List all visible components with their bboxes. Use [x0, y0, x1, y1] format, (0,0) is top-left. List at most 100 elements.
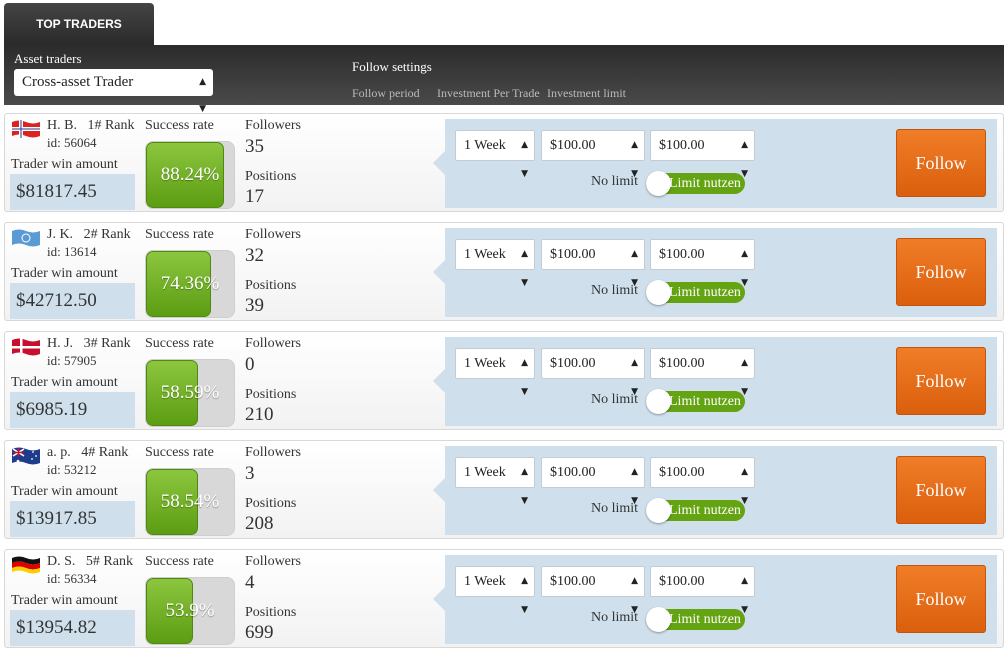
- australia-flag-icon: [11, 446, 41, 466]
- trader-row: a. p. 4# Rank id: 53212 Trader win amoun…: [4, 440, 1004, 539]
- toggle-knob[interactable]: [646, 498, 671, 523]
- trader-rank: 1# Rank: [87, 118, 135, 133]
- success-rate-value: 88.24%: [160, 164, 220, 185]
- positions-label: Positions: [245, 387, 297, 402]
- investment-per-trade-select[interactable]: $100.00 ▲ ▼: [541, 239, 645, 288]
- positions-label: Positions: [245, 605, 297, 620]
- germany-flag-icon: [11, 555, 41, 575]
- followers-count: 4: [245, 572, 255, 593]
- follow-button[interactable]: Follow: [896, 129, 986, 197]
- followers-label: Followers: [245, 118, 301, 133]
- no-limit-label: No limit: [591, 174, 639, 189]
- select-arrows-icon: ▲ ▼: [521, 576, 528, 615]
- success-rate-label: Success rate: [145, 445, 214, 460]
- investment-limit-select[interactable]: $100.00 ▲ ▼: [650, 239, 755, 288]
- limit-toggle[interactable]: Limit nutzen: [646, 389, 745, 414]
- trader-id: id: 56334: [47, 571, 97, 586]
- success-rate-bar: 88.24%: [145, 141, 235, 209]
- no-limit-label: No limit: [591, 501, 639, 516]
- success-rate-label: Success rate: [145, 118, 214, 133]
- positions-label: Positions: [245, 496, 297, 511]
- follow-settings-panel: 1 Week ▲ ▼ $100.00 ▲ ▼ $100.00 ▲ ▼ No limit Li…: [433, 446, 997, 535]
- norway-flag-icon: [11, 119, 41, 139]
- investment-per-trade-select[interactable]: $100.00 ▲ ▼: [541, 566, 645, 615]
- trader-id: id: 57905: [47, 353, 97, 368]
- investment-limit-select[interactable]: $100.00 ▲ ▼: [650, 457, 755, 506]
- investment-per-trade-select[interactable]: $100.00 ▲ ▼: [541, 348, 645, 397]
- follow-period-select[interactable]: 1 Week ▲ ▼: [455, 566, 535, 615]
- success-rate-bar: 58.54%: [145, 468, 235, 536]
- followers-label: Followers: [245, 227, 301, 242]
- win-amount-value: $6985.19: [10, 392, 135, 428]
- win-amount-value: $42712.50: [10, 283, 135, 319]
- select-arrows-icon: ▲ ▼: [521, 140, 528, 179]
- success-rate-bar: 53.9%: [145, 577, 235, 645]
- success-rate-bar: 58.59%: [145, 359, 235, 427]
- asset-trader-select[interactable]: Cross-asset Trader ▲ ▼: [14, 69, 213, 114]
- limit-toggle[interactable]: Limit nutzen: [646, 498, 745, 523]
- toggle-knob[interactable]: [646, 607, 671, 632]
- panel-pointer: [433, 587, 445, 611]
- investment-limit-select[interactable]: $100.00 ▲ ▼: [650, 566, 755, 615]
- column-investment-per-trade: Investment Per Trade: [437, 86, 540, 100]
- follow-period-select[interactable]: 1 Week ▲ ▼: [455, 457, 535, 506]
- toggle-knob[interactable]: [646, 280, 671, 305]
- limit-toggle[interactable]: Limit nutzen: [646, 171, 745, 196]
- follow-settings-heading: Follow settings: [352, 59, 432, 74]
- toggle-knob[interactable]: [646, 171, 671, 196]
- positions-count: 210: [245, 404, 274, 425]
- toggle-knob[interactable]: [646, 389, 671, 414]
- select-arrows-icon: ▲ ▼: [521, 358, 528, 397]
- success-rate-label: Success rate: [145, 554, 214, 569]
- follow-period-select[interactable]: 1 Week ▲ ▼: [455, 348, 535, 397]
- limit-toggle[interactable]: Limit nutzen: [646, 607, 745, 632]
- positions-count: 39: [245, 295, 264, 316]
- limit-toggle-label: Limit nutzen: [669, 503, 741, 518]
- success-rate-bar: 74.36%: [145, 250, 235, 318]
- investment-limit-select[interactable]: $100.00 ▲ ▼: [650, 130, 755, 179]
- trader-id: id: 53212: [47, 462, 97, 477]
- limit-toggle[interactable]: Limit nutzen: [646, 280, 745, 305]
- follow-button[interactable]: Follow: [896, 456, 986, 524]
- success-rate-label: Success rate: [145, 336, 214, 351]
- asset-trader-select-value: Cross-asset Trader: [22, 74, 134, 90]
- limit-toggle-label: Limit nutzen: [669, 394, 741, 409]
- positions-count: 208: [245, 513, 274, 534]
- success-rate-value: 53.9%: [165, 600, 215, 621]
- win-amount-value: $13954.82: [10, 610, 135, 646]
- followers-count: 32: [245, 245, 264, 266]
- denmark-flag-icon: [11, 337, 41, 357]
- follow-button[interactable]: Follow: [896, 565, 986, 633]
- no-limit-label: No limit: [591, 392, 639, 407]
- investment-limit-select[interactable]: $100.00 ▲ ▼: [650, 348, 755, 397]
- success-rate-label: Success rate: [145, 227, 214, 242]
- follow-button[interactable]: Follow: [896, 238, 986, 306]
- win-amount-label: Trader win amount: [11, 375, 118, 390]
- trader-name: D. S. 5# Rank: [47, 554, 133, 569]
- no-limit-label: No limit: [591, 283, 639, 298]
- trader-name: H. J. 3# Rank: [47, 336, 131, 351]
- follow-settings-panel: 1 Week ▲ ▼ $100.00 ▲ ▼ $100.00 ▲ ▼ No limit Li…: [433, 555, 997, 644]
- win-amount-label: Trader win amount: [11, 157, 118, 172]
- win-amount-label: Trader win amount: [11, 593, 118, 608]
- trader-row: H. J. 3# Rank id: 57905 Trader win amoun…: [4, 331, 1004, 430]
- tab-top-traders[interactable]: TOP TRADERS: [4, 3, 154, 45]
- success-rate-value: 58.59%: [160, 382, 220, 403]
- limit-toggle-label: Limit nutzen: [669, 285, 741, 300]
- followers-label: Followers: [245, 554, 301, 569]
- investment-per-trade-select[interactable]: $100.00 ▲ ▼: [541, 130, 645, 179]
- un-flag-icon: [11, 228, 41, 248]
- trader-rank: 2# Rank: [83, 227, 131, 242]
- follow-button[interactable]: Follow: [896, 347, 986, 415]
- trader-name: a. p. 4# Rank: [47, 445, 129, 460]
- investment-per-trade-select[interactable]: $100.00 ▲ ▼: [541, 457, 645, 506]
- filter-bar: Asset traders Cross-asset Trader ▲ ▼ Foll…: [4, 45, 1004, 114]
- positions-count: 17: [245, 186, 264, 207]
- positions-label: Positions: [245, 278, 297, 293]
- followers-count: 35: [245, 136, 264, 157]
- panel-pointer: [433, 478, 445, 502]
- follow-period-select[interactable]: 1 Week ▲ ▼: [455, 239, 535, 288]
- follow-period-select[interactable]: 1 Week ▲ ▼: [455, 130, 535, 179]
- trader-row: D. S. 5# Rank id: 56334 Trader win amoun…: [4, 549, 1004, 648]
- trader-rank: 4# Rank: [81, 445, 129, 460]
